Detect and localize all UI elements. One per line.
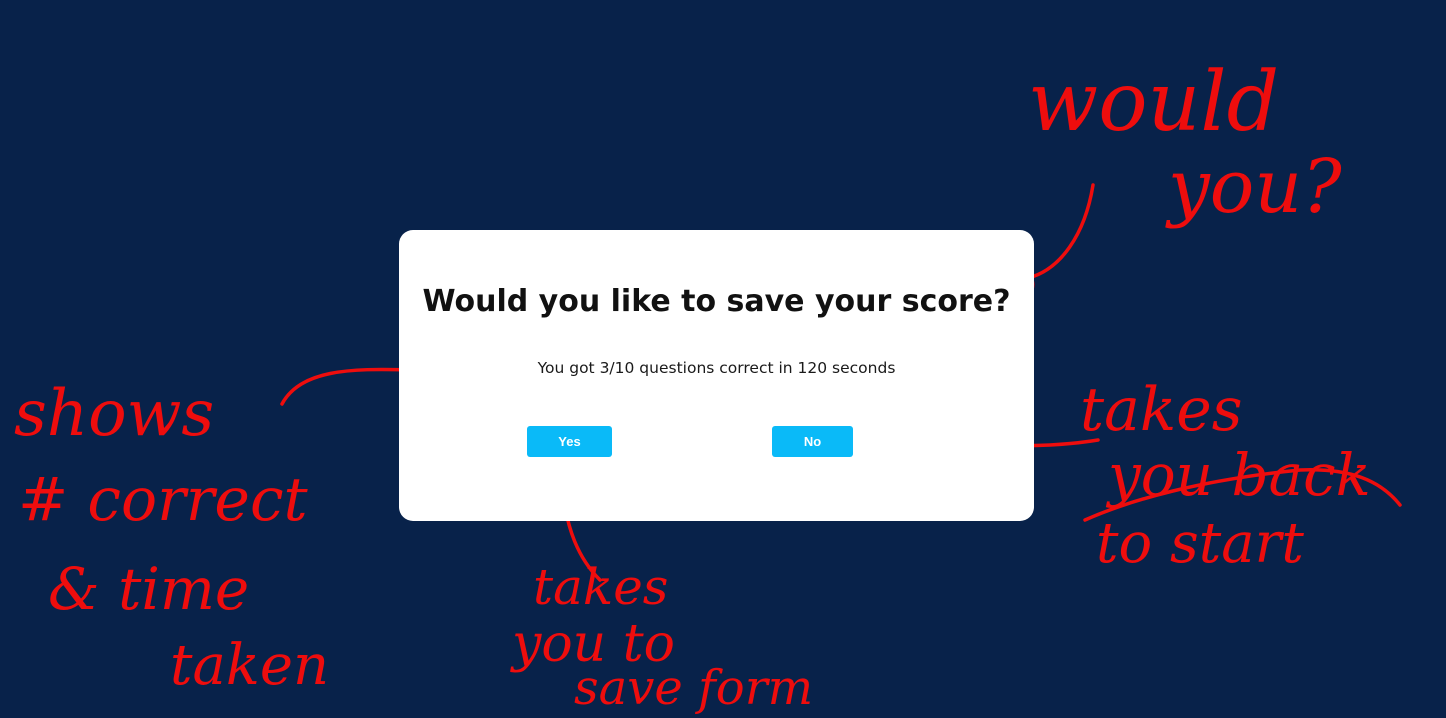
annotation-you: you?	[1168, 144, 1342, 230]
save-score-dialog: Would you like to save your score? You g…	[399, 230, 1034, 521]
annotation-back-to-start: to start	[1096, 511, 1304, 576]
annotation-back-you-back: you back	[1108, 441, 1371, 509]
score-summary: You got 3/10 questions correct in 120 se…	[537, 359, 896, 377]
annotation-time: & time	[48, 555, 250, 623]
annotation-would: would	[1028, 55, 1280, 150]
yes-button[interactable]: Yes	[527, 426, 612, 457]
annotation-shows: shows	[14, 377, 215, 451]
no-button[interactable]: No	[772, 426, 853, 457]
annotation-correct: # correct	[18, 465, 308, 535]
annotation-back-takes: takes	[1080, 375, 1243, 445]
annotation-save-takes: takes	[533, 558, 669, 616]
dialog-title: Would you like to save your score?	[422, 284, 1011, 319]
annotation-arrow-to-title	[1026, 183, 1095, 280]
annotation-taken: taken	[170, 633, 330, 698]
annotation-save-form: save form	[574, 660, 814, 716]
